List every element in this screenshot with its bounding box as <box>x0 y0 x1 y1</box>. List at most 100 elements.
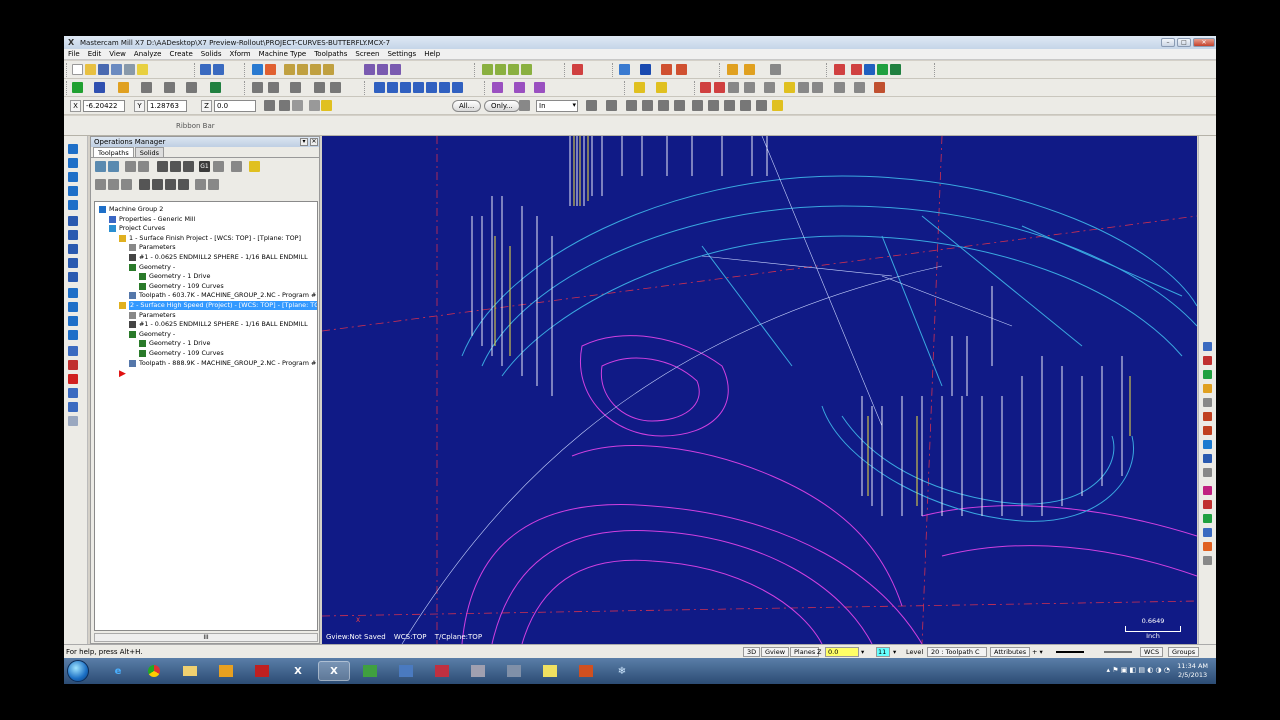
toolbar-grip[interactable] <box>194 63 196 77</box>
verify-select-icon[interactable] <box>708 100 719 111</box>
solid-select-icon[interactable] <box>626 100 637 111</box>
menu-edit[interactable]: Edit <box>84 50 106 58</box>
pocket-toolpath-icon[interactable] <box>534 82 545 93</box>
zoom-window-icon[interactable] <box>284 64 295 75</box>
snowflake-app-icon[interactable]: ❄ <box>606 661 638 681</box>
zoom-target-icon[interactable] <box>297 64 308 75</box>
z-coord-field[interactable]: 0.0 <box>214 100 256 112</box>
network-app-icon[interactable] <box>426 661 458 681</box>
quick-mask-all-icon[interactable] <box>1203 342 1212 351</box>
quick-mask-clear-icon[interactable] <box>1203 468 1212 477</box>
create-line-icon[interactable] <box>94 82 105 93</box>
solid-extrude-icon[interactable] <box>68 346 78 356</box>
help-pointer-icon[interactable] <box>137 64 148 75</box>
z-depth-field[interactable]: 0.0 <box>825 647 859 657</box>
toolbar-grip[interactable] <box>934 63 936 77</box>
menu-solids[interactable]: Solids <box>197 50 226 58</box>
y-coord-field[interactable]: 1.28763 <box>147 100 187 112</box>
post-ops-icon[interactable]: G1 <box>199 161 210 172</box>
break-icon[interactable] <box>268 82 279 93</box>
menu-view[interactable]: View <box>105 50 130 58</box>
toolbar-grip[interactable] <box>66 63 68 77</box>
wcs-button[interactable]: WCS <box>1140 647 1164 657</box>
selection-mode-icon[interactable] <box>519 100 530 111</box>
tree-node[interactable]: 2 - Surface High Speed (Project) - [WCS:… <box>119 301 317 310</box>
insert-arrow-icon[interactable]: ▶ <box>119 370 126 379</box>
rectangle-create-icon[interactable] <box>68 216 78 226</box>
shaded-icon[interactable] <box>640 64 651 75</box>
solid-fillet-icon[interactable] <box>68 388 78 398</box>
menu-xform[interactable]: Xform <box>225 50 254 58</box>
multi-axis-icon[interactable] <box>798 82 809 93</box>
menu-toolpaths[interactable]: Toolpaths <box>310 50 351 58</box>
surface-rough-icon[interactable] <box>634 82 645 93</box>
menu-machine-type[interactable]: Machine Type <box>255 50 311 58</box>
menu-file[interactable]: File <box>64 50 84 58</box>
lathe-icon[interactable] <box>812 82 823 93</box>
tree-node[interactable]: Properties - Generic Mill <box>109 215 195 224</box>
probe-icon[interactable] <box>874 82 885 93</box>
end-select-icon[interactable] <box>756 100 767 111</box>
mastercam-x6-icon[interactable]: X <box>282 661 314 681</box>
explorer-icon[interactable] <box>174 661 206 681</box>
fillet-create-icon[interactable] <box>68 186 78 196</box>
toolbar-grip[interactable] <box>244 81 246 95</box>
toolbar-grip[interactable] <box>474 63 476 77</box>
mastercam-x7-icon[interactable]: X <box>318 661 350 681</box>
new-file-icon[interactable] <box>72 64 83 75</box>
solid-boolean-icon[interactable] <box>68 374 78 384</box>
trim-icon[interactable] <box>252 82 263 93</box>
repaint-icon[interactable] <box>252 64 263 75</box>
xform-offset-icon[interactable] <box>413 82 424 93</box>
tab-solids[interactable]: Solids <box>134 147 165 157</box>
menu-settings[interactable]: Settings <box>383 50 420 58</box>
powerpoint-icon[interactable] <box>570 661 602 681</box>
surface-loft-icon[interactable] <box>68 302 78 312</box>
maximize-button[interactable]: □ <box>1177 37 1191 47</box>
solidworks-icon[interactable] <box>246 661 278 681</box>
menu-create[interactable]: Create <box>166 50 197 58</box>
surface-sweep-icon[interactable] <box>68 330 78 340</box>
autocursor-settings-icon[interactable] <box>279 100 290 111</box>
quick-mask-solids-icon[interactable] <box>1203 356 1212 365</box>
quick-mask-lines-icon[interactable] <box>1203 384 1212 393</box>
line-create-icon[interactable] <box>68 158 78 168</box>
point-icon[interactable] <box>72 82 83 93</box>
quick-mask-surfaces-icon[interactable] <box>1203 426 1212 435</box>
tree-node[interactable]: Toolpath - 603.7K - MACHINE_GROUP_2.NC -… <box>129 291 316 300</box>
insert-after-icon[interactable] <box>165 179 176 190</box>
menu-analyze[interactable]: Analyze <box>130 50 166 58</box>
quick-mask-chain-icon[interactable] <box>1203 542 1212 551</box>
delete-ops-icon[interactable] <box>231 161 242 172</box>
contour-toolpath-icon[interactable] <box>492 82 503 93</box>
toolbar-grip[interactable] <box>244 63 246 77</box>
toolbar-grip[interactable] <box>612 63 614 77</box>
ie-icon[interactable]: e <box>102 661 134 681</box>
tree-node[interactable]: #1 - 0.0625 ENDMILL2 SPHERE - 1/16 BALL … <box>129 253 308 262</box>
tree-node[interactable]: Geometry - <box>129 330 175 339</box>
create-rectangle-icon[interactable] <box>141 82 152 93</box>
toolbar-grip[interactable] <box>624 81 626 95</box>
fast-point-icon[interactable] <box>264 100 275 111</box>
x-coord-field[interactable]: -6.20422 <box>83 100 125 112</box>
wireframe-icon[interactable] <box>619 64 630 75</box>
cplane-icon[interactable] <box>572 64 583 75</box>
tree-node[interactable]: Parameters <box>129 311 176 320</box>
toolbar-grip[interactable] <box>694 81 696 95</box>
chain-icon[interactable] <box>377 64 388 75</box>
mastercam-app-icon[interactable]: X <box>68 38 77 47</box>
zoom-in-icon[interactable] <box>310 64 321 75</box>
toolbar-grip[interactable] <box>719 63 721 77</box>
select-only-button[interactable]: Only... <box>484 100 520 112</box>
select-all-ops-icon[interactable] <box>95 161 106 172</box>
line-style-selectors[interactable] <box>1054 647 1144 657</box>
regenerate-icon[interactable] <box>125 161 136 172</box>
sum-icon[interactable] <box>877 64 888 75</box>
move-up-icon[interactable] <box>152 179 163 190</box>
media-app-icon[interactable] <box>462 661 494 681</box>
print-icon[interactable] <box>124 64 135 75</box>
app-badge-icon[interactable] <box>210 661 242 681</box>
polygon-create-icon[interactable] <box>68 230 78 240</box>
quick-mask-unselect-icon[interactable] <box>1203 556 1212 565</box>
save-as-icon[interactable] <box>111 64 122 75</box>
